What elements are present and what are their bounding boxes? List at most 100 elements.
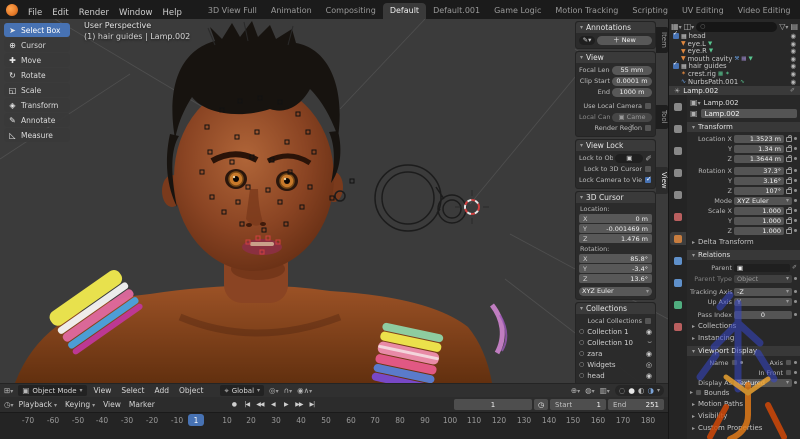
workspace-tab[interactable]: Scripting bbox=[625, 3, 675, 19]
properties-tab-physics[interactable] bbox=[670, 276, 686, 289]
transform-orientation-dropdown[interactable]: ⌖Global▾ bbox=[220, 385, 264, 396]
lock-object-field[interactable]: ▣ bbox=[615, 154, 643, 163]
lock-icon[interactable] bbox=[786, 229, 792, 234]
animate-dot-icon[interactable] bbox=[794, 157, 797, 160]
animate-dot-icon[interactable] bbox=[740, 361, 743, 364]
tool-annotate[interactable]: ✎ Annotate bbox=[4, 113, 70, 127]
clip-end-field[interactable]: 1000 m bbox=[612, 88, 652, 97]
disclosure-icon[interactable]: ▸ bbox=[690, 389, 693, 396]
npanel-tab-item[interactable]: Item bbox=[656, 27, 668, 53]
viewport-menu-item[interactable]: Select bbox=[119, 386, 146, 395]
next-keyframe-button[interactable]: ▶▶ bbox=[293, 399, 305, 410]
properties-tab-world[interactable] bbox=[670, 210, 686, 223]
editor-type-icon[interactable]: ⊞▾ bbox=[4, 386, 13, 395]
topbar-menu-item[interactable]: Help bbox=[157, 8, 186, 18]
local-collections-checkbox[interactable] bbox=[644, 317, 652, 325]
display-as-dropdown[interactable]: Textured▾ bbox=[734, 379, 792, 387]
properties-tab-object[interactable] bbox=[670, 232, 686, 245]
topbar-menu-item[interactable]: Render bbox=[74, 8, 114, 18]
tool-rotate[interactable]: ↻ Rotate bbox=[4, 68, 70, 82]
local-camera-field[interactable]: ▣ Came × bbox=[612, 113, 652, 122]
xray-toggle[interactable]: ▥▾ bbox=[600, 386, 610, 395]
animate-dot-icon[interactable] bbox=[794, 381, 797, 384]
location-field[interactable]: 1.3523 m bbox=[734, 135, 784, 143]
npanel-tab-view[interactable]: View bbox=[656, 167, 668, 194]
disclosure-icon[interactable]: ▾ bbox=[580, 194, 583, 201]
tool-select-box[interactable]: ➤ Select Box bbox=[4, 23, 70, 37]
new-collection-button[interactable]: ▤ bbox=[790, 22, 798, 31]
scale-field[interactable]: 1.000 bbox=[734, 227, 784, 235]
custom-properties-panel[interactable]: ▸Custom Properties bbox=[690, 423, 797, 433]
focal-length-field[interactable]: 55 mm bbox=[612, 66, 652, 75]
auto-keyframe-icon[interactable]: ◷ bbox=[534, 399, 548, 410]
properties-tab-texture[interactable] bbox=[670, 320, 686, 333]
blender-logo-icon[interactable] bbox=[6, 4, 18, 16]
display-name-checkbox[interactable] bbox=[731, 359, 738, 366]
delta-transform-panel[interactable]: ▸Delta Transform bbox=[690, 237, 797, 247]
display-axis-checkbox[interactable] bbox=[785, 359, 792, 366]
visibility-panel[interactable]: ▸Visibility bbox=[690, 411, 797, 421]
visibility-eye-icon[interactable]: ◉ bbox=[646, 372, 652, 380]
topbar-menu-item[interactable]: File bbox=[23, 8, 47, 18]
shading-dropdown[interactable]: ▾ bbox=[657, 387, 660, 394]
location-field[interactable]: 1.3644 m bbox=[734, 155, 784, 163]
outliner-item-label[interactable]: NurbsPath.001 bbox=[688, 78, 738, 86]
rotation-field[interactable]: 107° bbox=[734, 187, 784, 195]
timeline-menu-item[interactable]: Marker ▾ bbox=[129, 400, 155, 409]
scale-field[interactable]: 1.000 bbox=[734, 217, 784, 225]
properties-tab-output[interactable] bbox=[670, 144, 686, 157]
jump-start-button[interactable]: |◀ bbox=[241, 399, 253, 410]
visibility-eye-icon[interactable]: ◉ bbox=[646, 350, 652, 358]
rotation-field[interactable]: 3.16° bbox=[734, 177, 784, 185]
tool-move[interactable]: ✚ Move bbox=[4, 53, 70, 67]
snap-magnet-icon[interactable]: ∩▾ bbox=[284, 386, 293, 395]
viewport-menu-item[interactable]: Add bbox=[152, 386, 171, 395]
cursor-euler-dropdown[interactable]: XYZ Euler ▾ bbox=[579, 287, 652, 296]
workspace-tab[interactable]: Default.001 bbox=[426, 3, 487, 19]
workspace-tab[interactable]: Animation bbox=[264, 3, 319, 19]
disclosure-icon[interactable]: ▾ bbox=[580, 24, 583, 31]
lock-to-3d-cursor-checkbox[interactable] bbox=[644, 165, 652, 173]
animate-dot-icon[interactable] bbox=[794, 147, 797, 150]
tool-transform[interactable]: ◈ Transform bbox=[4, 98, 70, 112]
annotation-new-button[interactable]: ＋ New bbox=[597, 36, 652, 45]
collection-checkbox[interactable] bbox=[673, 63, 679, 69]
timeline-editor-type-icon[interactable]: ◷▾ bbox=[4, 400, 14, 409]
lock-icon[interactable] bbox=[786, 169, 792, 174]
animate-dot-icon[interactable] bbox=[794, 209, 797, 212]
transform-panel-header[interactable]: ▾Transform bbox=[687, 122, 800, 132]
animate-dot-icon[interactable] bbox=[794, 361, 797, 364]
bounds-checkbox[interactable] bbox=[695, 389, 702, 396]
animate-dot-icon[interactable] bbox=[794, 219, 797, 222]
animate-dot-icon[interactable] bbox=[794, 137, 797, 140]
outliner-row[interactable]: ∿ NurbsPath.001 ∿ ◉ bbox=[671, 78, 798, 86]
tool-measure[interactable]: ◺ Measure bbox=[4, 128, 70, 142]
cursor-rotation-field[interactable]: Y-3.4° bbox=[579, 264, 652, 273]
motion-paths-panel[interactable]: ▸Motion Paths bbox=[690, 399, 797, 409]
cursor-location-field[interactable]: Z1.476 m bbox=[579, 234, 652, 243]
disclosure-icon[interactable]: ▾ bbox=[580, 54, 583, 61]
lock-icon[interactable] bbox=[786, 137, 792, 142]
shading-material-icon[interactable]: ◐ bbox=[638, 386, 645, 395]
object-icon[interactable]: ▣▾ bbox=[690, 98, 701, 107]
object-name-field[interactable]: Lamp.002 bbox=[701, 109, 797, 118]
tracking-axis-dropdown[interactable]: -Z▾ bbox=[734, 288, 792, 296]
shading-solid-icon[interactable]: ● bbox=[628, 386, 635, 395]
outliner-display-mode-icon[interactable]: ◫▾ bbox=[684, 22, 695, 31]
animate-dot-icon[interactable] bbox=[794, 169, 797, 172]
properties-tab-render[interactable] bbox=[670, 122, 686, 135]
shading-wireframe-icon[interactable]: ◌ bbox=[619, 386, 626, 395]
collection-item[interactable]: ○ head ◉ bbox=[579, 370, 652, 381]
timeline-menu-item[interactable]: View ▾ bbox=[103, 400, 121, 409]
properties-tab-view-layer[interactable] bbox=[670, 166, 686, 179]
play-button[interactable]: ▶ bbox=[280, 399, 292, 410]
collection-item[interactable]: ○ zara ◉ bbox=[579, 348, 652, 359]
frame-start-field[interactable]: Start1 bbox=[550, 399, 606, 410]
cursor-location-field[interactable]: X0 m bbox=[579, 214, 652, 223]
overlays-dropdown[interactable]: ◍▾ bbox=[585, 386, 595, 395]
gizmo-dropdown[interactable]: ⊕▾ bbox=[571, 386, 580, 395]
collection-checkbox[interactable] bbox=[673, 33, 679, 39]
play-reverse-button[interactable]: ◀ bbox=[267, 399, 279, 410]
outliner-active-object-row[interactable]: ☀ Lamp.002 ✐ bbox=[669, 86, 800, 95]
collections-panel[interactable]: ▸Collections bbox=[690, 321, 797, 331]
